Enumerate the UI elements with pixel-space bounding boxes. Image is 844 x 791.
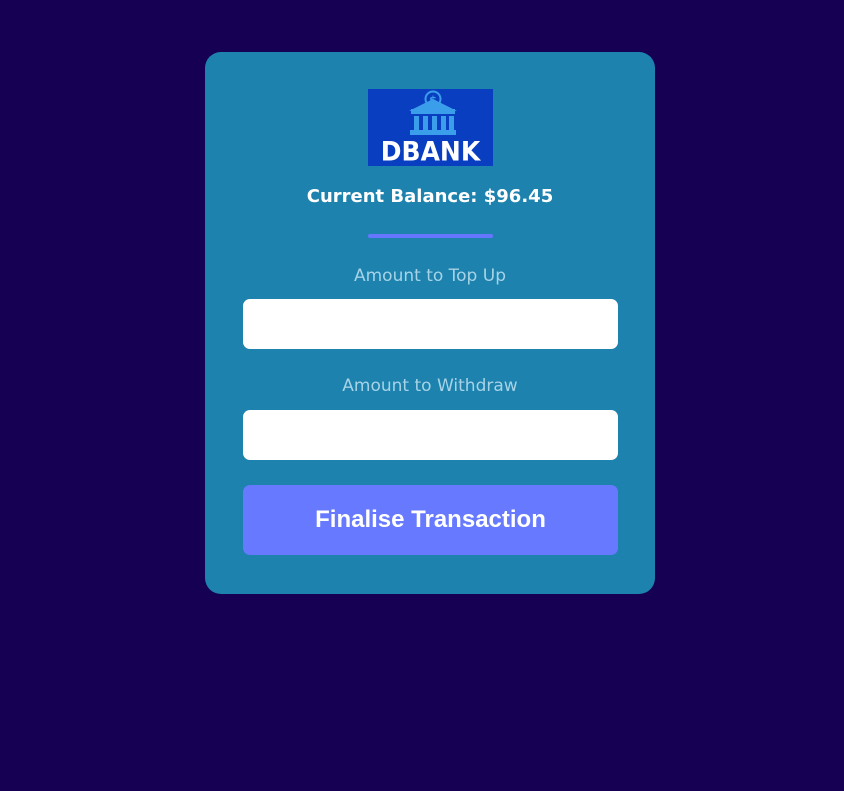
finalise-transaction-button[interactable]: Finalise Transaction (243, 485, 618, 555)
logo-text: DBANK (380, 135, 481, 166)
withdraw-amount-input[interactable] (243, 410, 618, 460)
topup-amount-input[interactable] (243, 299, 618, 349)
dbank-logo: $ DBANK (368, 89, 493, 166)
bank-dollar-icon: $ (409, 90, 457, 135)
divider (368, 234, 493, 238)
bank-card: $ DBANK Current Balance: $96.45 Amount t… (205, 52, 655, 594)
topup-label: Amount to Top Up (353, 266, 506, 286)
current-balance: Current Balance: $96.45 (306, 186, 554, 207)
withdraw-label: Amount to Withdraw (342, 376, 518, 396)
